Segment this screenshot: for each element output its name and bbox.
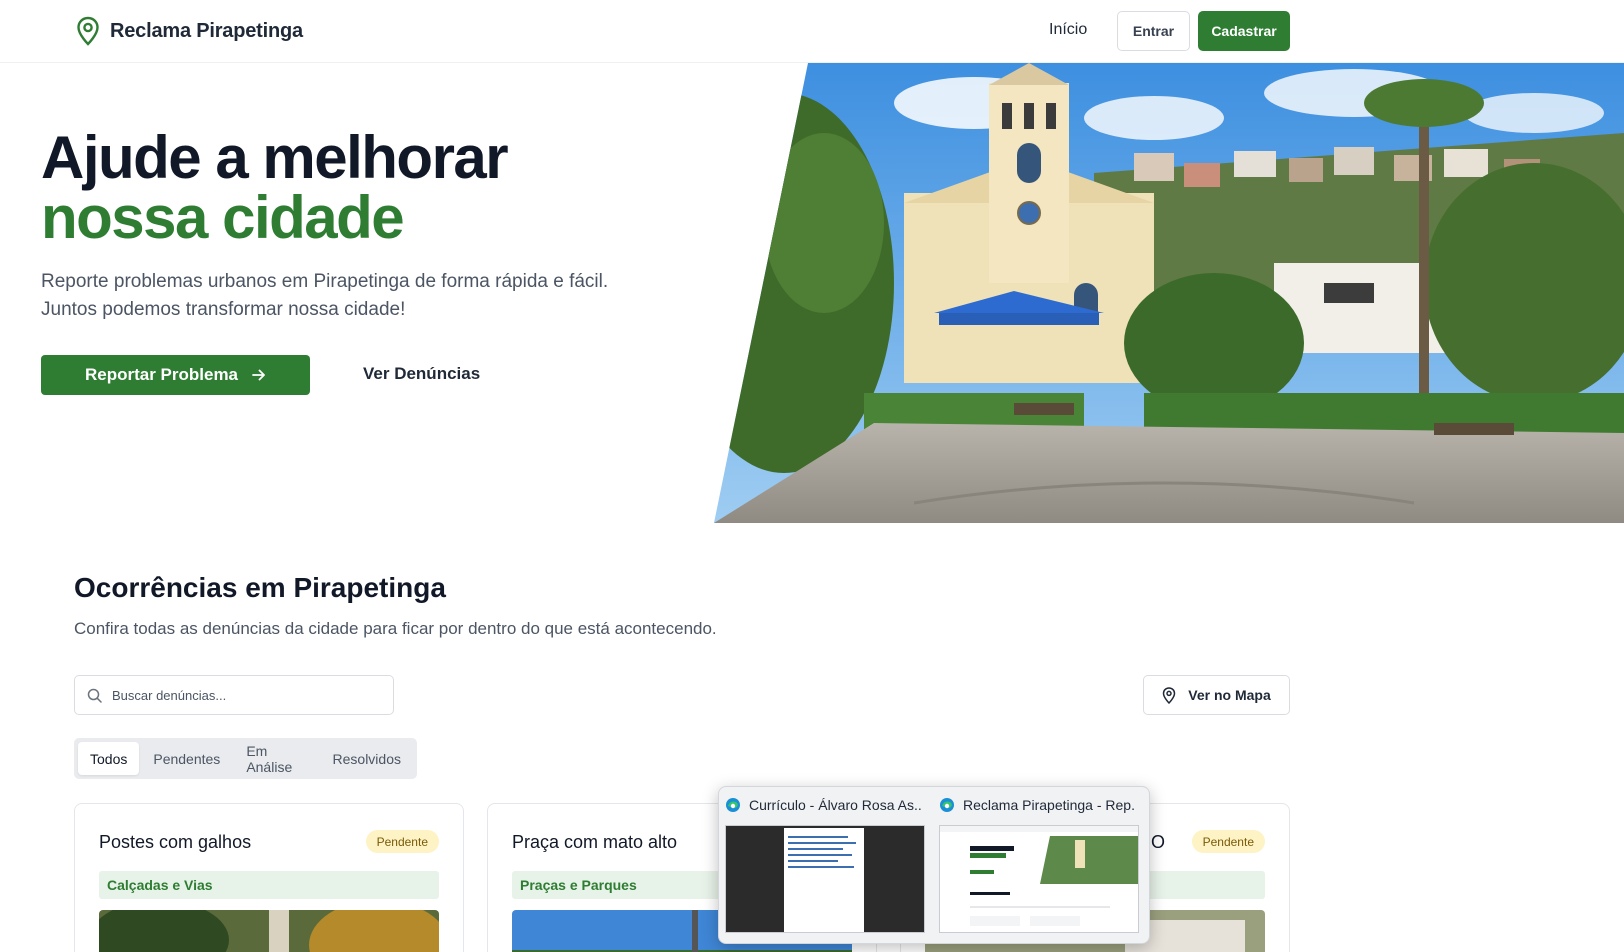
edge-icon [726,798,740,812]
tab-todos[interactable]: Todos [78,742,140,775]
taskbar-preview-reclama[interactable]: Reclama Pirapetinga - Rep... [933,795,1141,935]
preview-thumbnail [725,825,925,933]
hero-title-line1: Ajude a melhorar [41,124,509,191]
hero-title-line2: nossa cidade [41,184,405,251]
edge-icon [940,798,954,812]
report-problem-button[interactable]: Reportar Problema [41,355,310,395]
brand-logo-link[interactable]: Reclama Pirapetinga [76,16,303,46]
card-title: Praça com mato alto [512,832,678,852]
login-button[interactable]: Entrar [1117,11,1190,51]
map-pin-icon [77,16,99,46]
hero-description: Reporte problemas urbanos em Pirapetinga… [41,271,609,320]
search-icon [87,688,102,703]
map-pin-icon [1163,686,1176,704]
view-reports-button[interactable]: Ver Denúncias [363,364,480,384]
tab-pendentes[interactable]: Pendentes [141,742,232,775]
card-title: Postes com galhos [99,832,252,852]
hero-image-church-square [714,63,1624,523]
search-box[interactable] [74,675,394,715]
nav-inicio-link[interactable]: Início [1049,21,1087,39]
section-title: Ocorrências em Pirapetinga [74,572,446,603]
signup-button[interactable]: Cadastrar [1198,11,1290,51]
report-card[interactable]: Postes com galhos Pendente Calçadas e Vi… [74,803,464,952]
card-photo [99,910,439,952]
section-subtitle: Confira todas as denúncias da cidade par… [74,619,717,638]
preview-thumbnail [939,825,1139,933]
status-filter-tabs: Todos Pendentes Em Análise Resolvidos [74,738,417,779]
hero-title: Ajude a melhorar nossa cidade [41,128,509,251]
top-navbar: Reclama Pirapetinga Início Entrar Cadast… [0,0,1624,63]
tab-em-analise[interactable]: Em Análise [234,742,318,775]
brand-name: Reclama Pirapetinga [110,19,303,42]
taskbar-preview-curriculo[interactable]: Currículo - Álvaro Rosa As... [719,795,927,935]
status-badge: Pendente [365,830,439,853]
taskbar-preview-panel: Currículo - Álvaro Rosa As... Reclama Pi… [718,786,1150,944]
arrow-right-icon [252,369,265,381]
card-title: O [1151,832,1166,852]
view-on-map-button[interactable]: Ver no Mapa [1143,675,1290,715]
preview-title: Currículo - Álvaro Rosa As... [749,797,921,813]
view-on-map-label: Ver no Mapa [1188,687,1271,703]
category-label: Calçadas e Vias [99,871,439,899]
tab-resolvidos[interactable]: Resolvidos [321,742,413,775]
status-badge: Pendente [1191,830,1265,853]
report-problem-label: Reportar Problema [84,365,239,384]
preview-title: Reclama Pirapetinga - Rep... [963,797,1135,813]
search-input[interactable] [112,687,372,703]
